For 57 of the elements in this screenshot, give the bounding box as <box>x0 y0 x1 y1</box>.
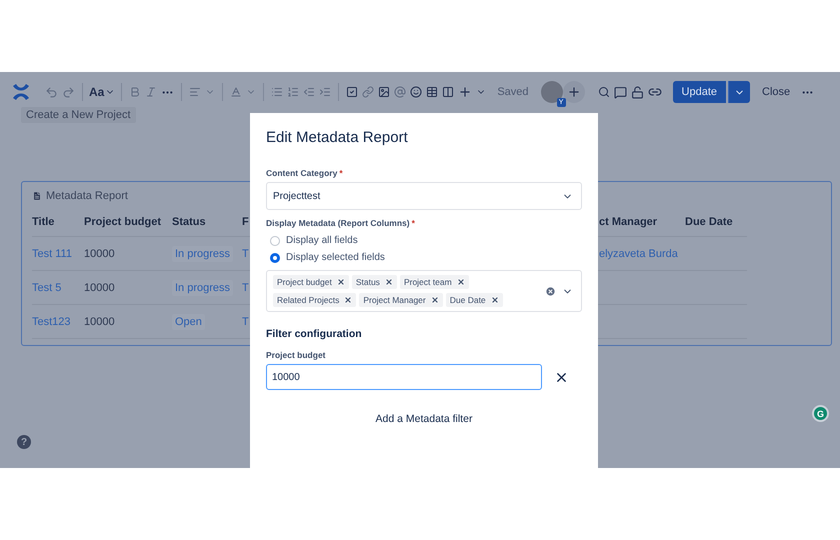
logo-icon <box>12 83 30 101</box>
radio-label: Display all fields <box>286 235 358 246</box>
column-header: Project budget <box>84 207 172 237</box>
column-header: Due Date <box>685 207 747 237</box>
plus-icon <box>566 85 581 99</box>
clear-icon[interactable] <box>545 286 556 296</box>
columns-multi-select[interactable]: Project budget Status Project team Related Projects Project Manager Due Date <box>266 270 582 312</box>
column-header: Title <box>32 207 84 237</box>
column-chip[interactable]: Project Manager <box>359 293 443 307</box>
text-color-icon[interactable] <box>229 85 244 99</box>
category-select[interactable]: Projecttest <box>266 182 582 210</box>
column-header: ct Manager <box>599 207 685 237</box>
remove-icon[interactable] <box>344 296 352 304</box>
lock-icon[interactable] <box>630 84 645 100</box>
required-mark: * <box>339 168 343 178</box>
column-header: Status <box>172 207 242 237</box>
update-options-button[interactable] <box>728 81 750 103</box>
document-icon <box>32 191 42 201</box>
remove-icon[interactable] <box>490 296 499 304</box>
comment-icon[interactable] <box>612 84 628 100</box>
report-title: Metadata Report <box>46 190 128 202</box>
close-button[interactable]: Close <box>758 86 794 98</box>
help-button[interactable]: ? <box>17 435 31 449</box>
remove-icon[interactable] <box>430 296 439 304</box>
radio-button[interactable] <box>270 252 280 262</box>
add-filter-button[interactable]: Add a Metadata filter <box>370 412 478 426</box>
dialog-title: Edit Metadata Report <box>266 129 409 146</box>
remove-icon[interactable] <box>384 278 393 286</box>
status-badge: In progress <box>172 280 234 296</box>
column-chip[interactable]: Project budget <box>273 275 349 289</box>
required-mark: * <box>412 218 415 228</box>
table-icon[interactable] <box>425 85 440 99</box>
column-chip[interactable]: Related Projects <box>273 293 356 307</box>
add-user-button[interactable] <box>562 81 585 103</box>
text-style-menu[interactable]: Aa <box>89 85 116 99</box>
status-badge: In progress <box>172 246 234 262</box>
image-icon[interactable] <box>377 85 392 99</box>
emoji-icon[interactable] <box>409 85 424 99</box>
checkbox-icon[interactable] <box>345 85 360 99</box>
radio-label: Display selected fields <box>286 252 385 263</box>
status-badge: Open <box>172 314 205 330</box>
column-chip[interactable]: Project team <box>400 275 469 289</box>
save-status: Saved <box>497 86 529 98</box>
section-heading: Filter configuration <box>266 328 363 340</box>
field-label: Display Metadata (Report Columns) <box>266 218 410 228</box>
radio-button[interactable] <box>270 236 280 246</box>
column-chip[interactable]: Due Date <box>446 293 503 307</box>
search-icon[interactable] <box>596 85 611 99</box>
budget-input[interactable]: 10000 <box>266 364 542 390</box>
column-chip[interactable]: Status <box>352 275 397 289</box>
field-label: Content Category <box>266 168 338 178</box>
columns-icon[interactable] <box>441 85 456 99</box>
remove-icon[interactable] <box>336 278 345 286</box>
update-button[interactable]: Update <box>672 81 726 103</box>
assistant-badge[interactable]: G <box>812 405 829 422</box>
field-label: Project budget <box>266 350 326 360</box>
remove-icon[interactable] <box>456 278 465 286</box>
